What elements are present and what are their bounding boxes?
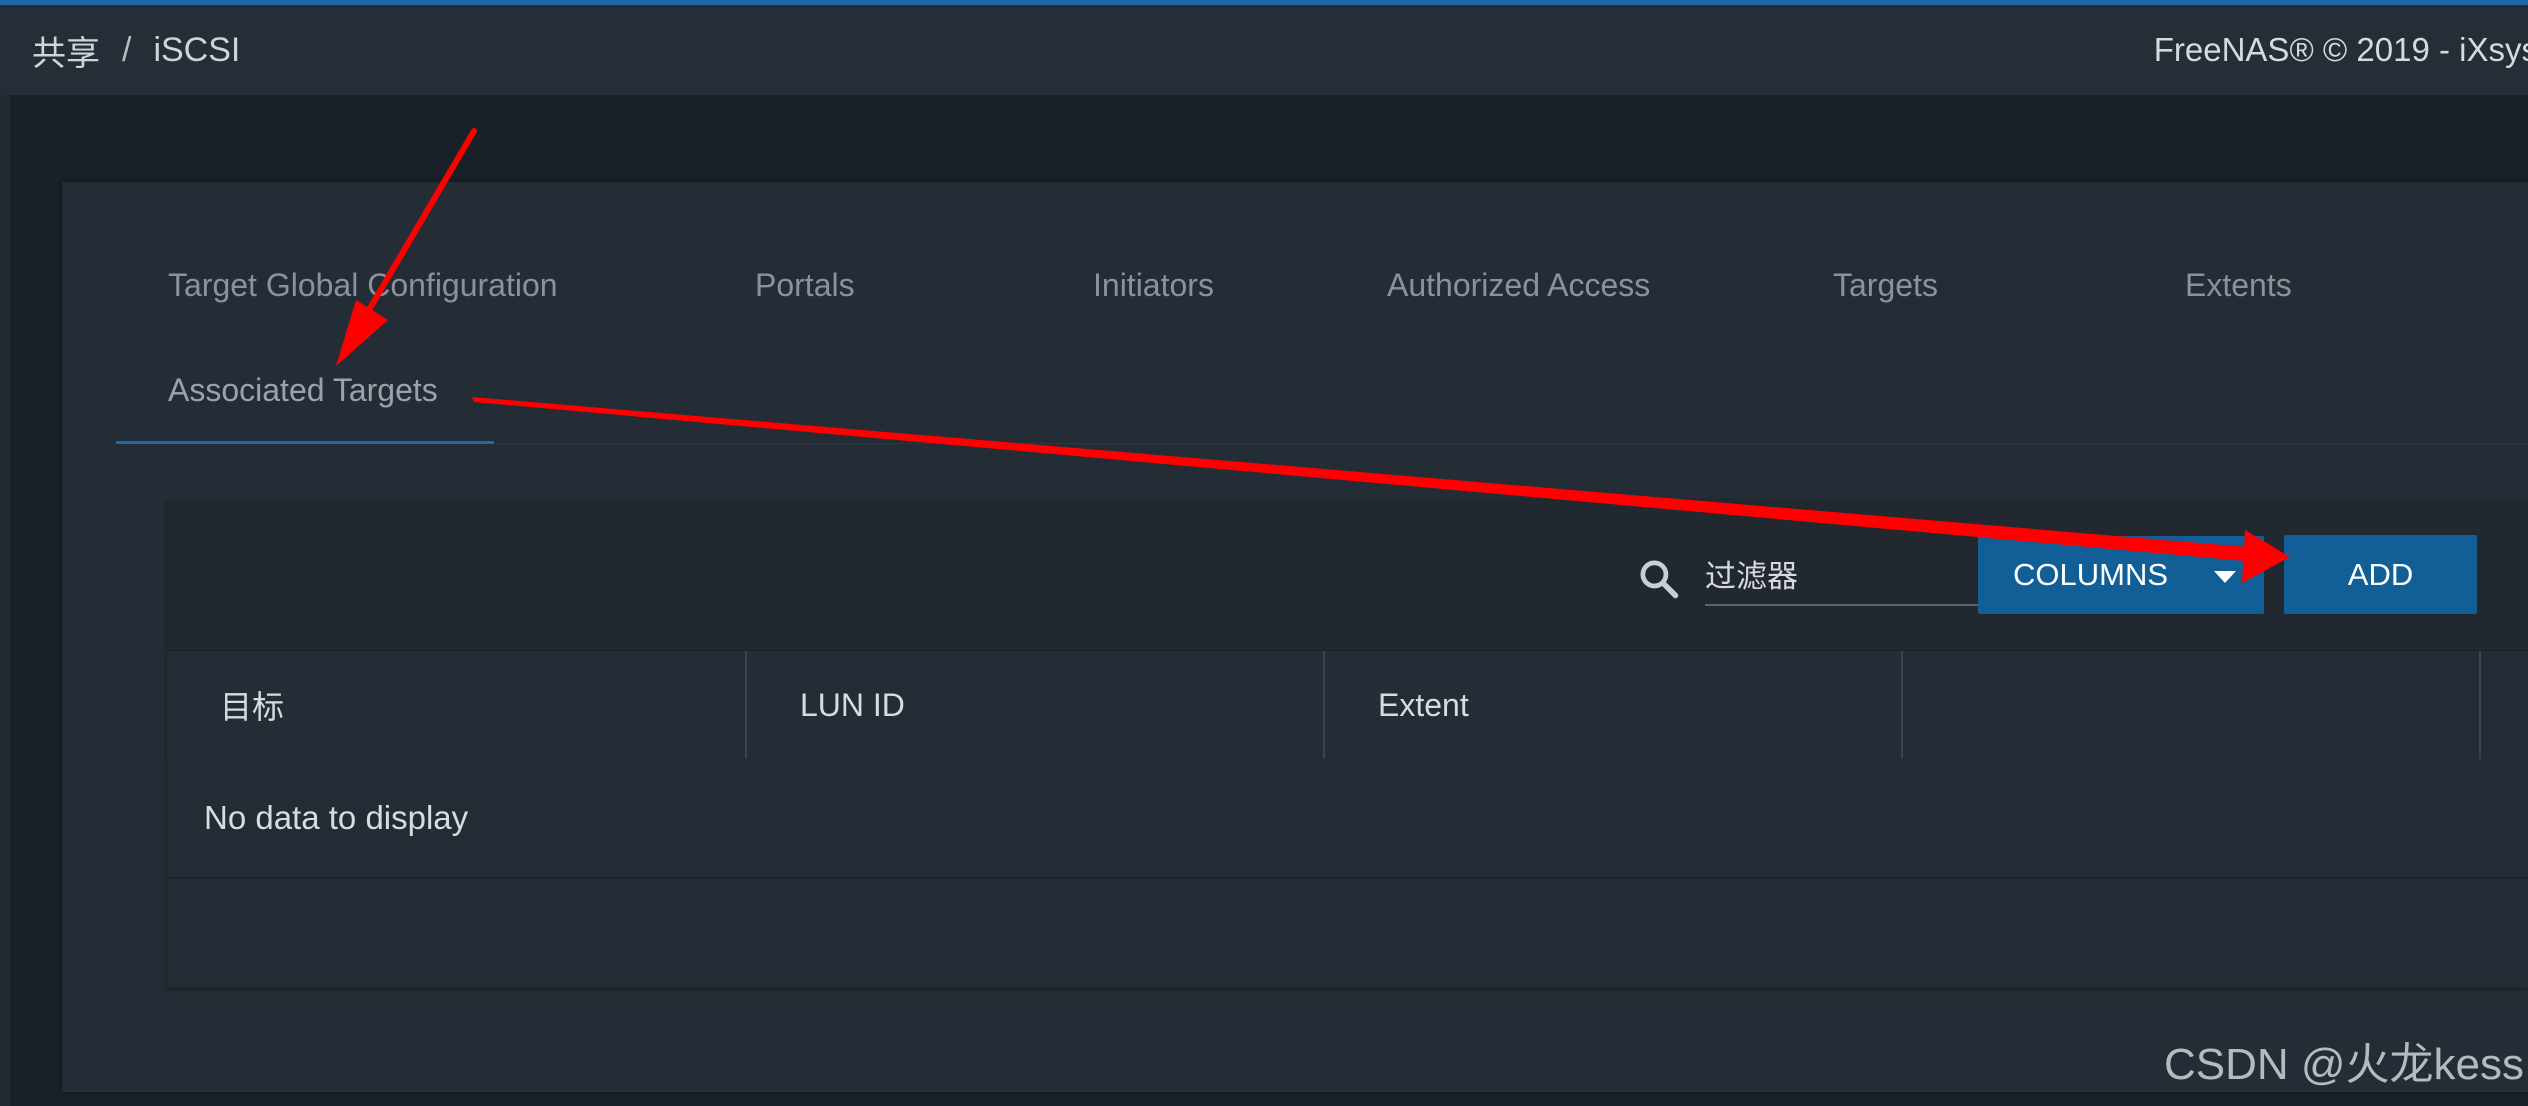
tab-associated-targets[interactable]: Associated Targets [168, 372, 438, 409]
table-toolbar: COLUMNS ADD [167, 500, 2528, 650]
column-header-actions [1903, 651, 2479, 759]
tab-extents[interactable]: Extents [2185, 267, 2292, 304]
caret-down-icon [2214, 571, 2236, 583]
associated-targets-table-panel: COLUMNS ADD 目标 LUN ID Extent No data to … [167, 500, 2528, 988]
copyright-text: FreeNAS® © 2019 - iXsys [2153, 31, 2528, 68]
csdn-watermark: CSDN @火龙kess [2163, 1040, 2524, 1089]
breadcrumb-current: iSCSI [153, 30, 241, 69]
tab-initiators[interactable]: Initiators [1093, 267, 1214, 304]
tab-target-global-configuration[interactable]: Target Global Configuration [168, 267, 558, 304]
tab-portals[interactable]: Portals [755, 267, 855, 304]
breadcrumb: 共享 / iSCSI [32, 5, 240, 95]
table-header-row: 目标 LUN ID Extent [167, 650, 2528, 759]
column-resize-handle[interactable] [2479, 651, 2481, 759]
add-button[interactable]: ADD [2284, 535, 2477, 614]
empty-message: No data to display [204, 798, 469, 836]
column-header-target[interactable]: 目标 [167, 651, 745, 759]
table-empty-row: No data to display [167, 758, 2528, 878]
columns-button[interactable]: COLUMNS [1978, 536, 2264, 614]
tab-targets[interactable]: Targets [1833, 267, 1938, 304]
search-icon[interactable] [1637, 557, 1681, 601]
active-tab-indicator [116, 441, 494, 444]
breadcrumb-separator: / [122, 30, 132, 69]
tab-authorized-access[interactable]: Authorized Access [1387, 267, 1650, 304]
columns-button-label: COLUMNS [2013, 557, 2169, 592]
sidebar-edge [0, 95, 10, 1106]
column-header-extent[interactable]: Extent [1325, 651, 1901, 759]
top-header: 共享 / iSCSI FreeNAS® © 2019 - iXsys [0, 5, 2528, 95]
breadcrumb-root[interactable]: 共享 [32, 26, 100, 75]
column-header-lun-id[interactable]: LUN ID [747, 651, 1323, 759]
